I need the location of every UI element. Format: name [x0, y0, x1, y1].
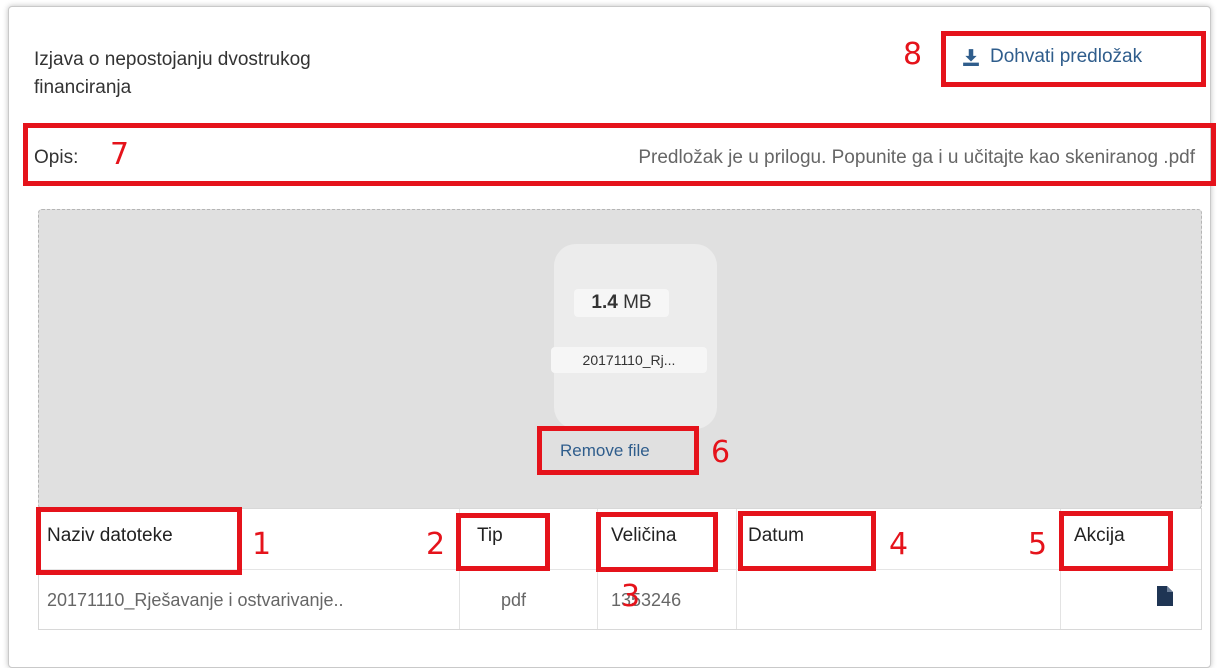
- annotation-number-5: 5: [1028, 527, 1048, 562]
- cell-file-date: [736, 569, 1060, 631]
- column-header-action: Akcija: [1074, 525, 1125, 546]
- column-header-name[interactable]: Naziv datoteke: [39, 509, 459, 569]
- description-text: Predložak je u prilogu. Popunite ga i u …: [638, 147, 1195, 168]
- file-preview-card: [554, 244, 717, 429]
- file-size: 1.4 MB: [574, 289, 669, 317]
- annotation-number-2: 2: [426, 527, 446, 562]
- file-name: 20171110_Rj...: [551, 347, 707, 373]
- download-template-label: Dohvati predložak: [990, 46, 1143, 67]
- annotation-number-7: 7: [110, 137, 130, 172]
- annotation-number-8: 8: [903, 37, 923, 72]
- annotation-number-6: 6: [711, 435, 731, 470]
- annotation-number-3: 3: [621, 579, 641, 614]
- download-icon: [963, 49, 979, 66]
- cell-file-type: pdf: [459, 569, 597, 631]
- cell-file-size: 1353246: [597, 569, 736, 631]
- document-icon[interactable]: [1157, 586, 1173, 606]
- column-header-size[interactable]: Veličina: [597, 509, 736, 569]
- document-title: Izjava o nepostojanju dvostrukog financi…: [34, 49, 311, 98]
- description-label: Opis:: [34, 147, 79, 168]
- column-header-type[interactable]: Tip: [459, 509, 597, 569]
- cell-file-action: [1060, 569, 1201, 631]
- cell-file-name: 20171110_Rješavanje i ostvarivanje..: [39, 569, 459, 631]
- download-template-link[interactable]: Dohvati predložak: [962, 46, 1142, 68]
- annotation-number-1: 1: [252, 527, 272, 562]
- annotation-number-4: 4: [889, 527, 909, 562]
- remove-file-link[interactable]: Remove file: [560, 441, 650, 461]
